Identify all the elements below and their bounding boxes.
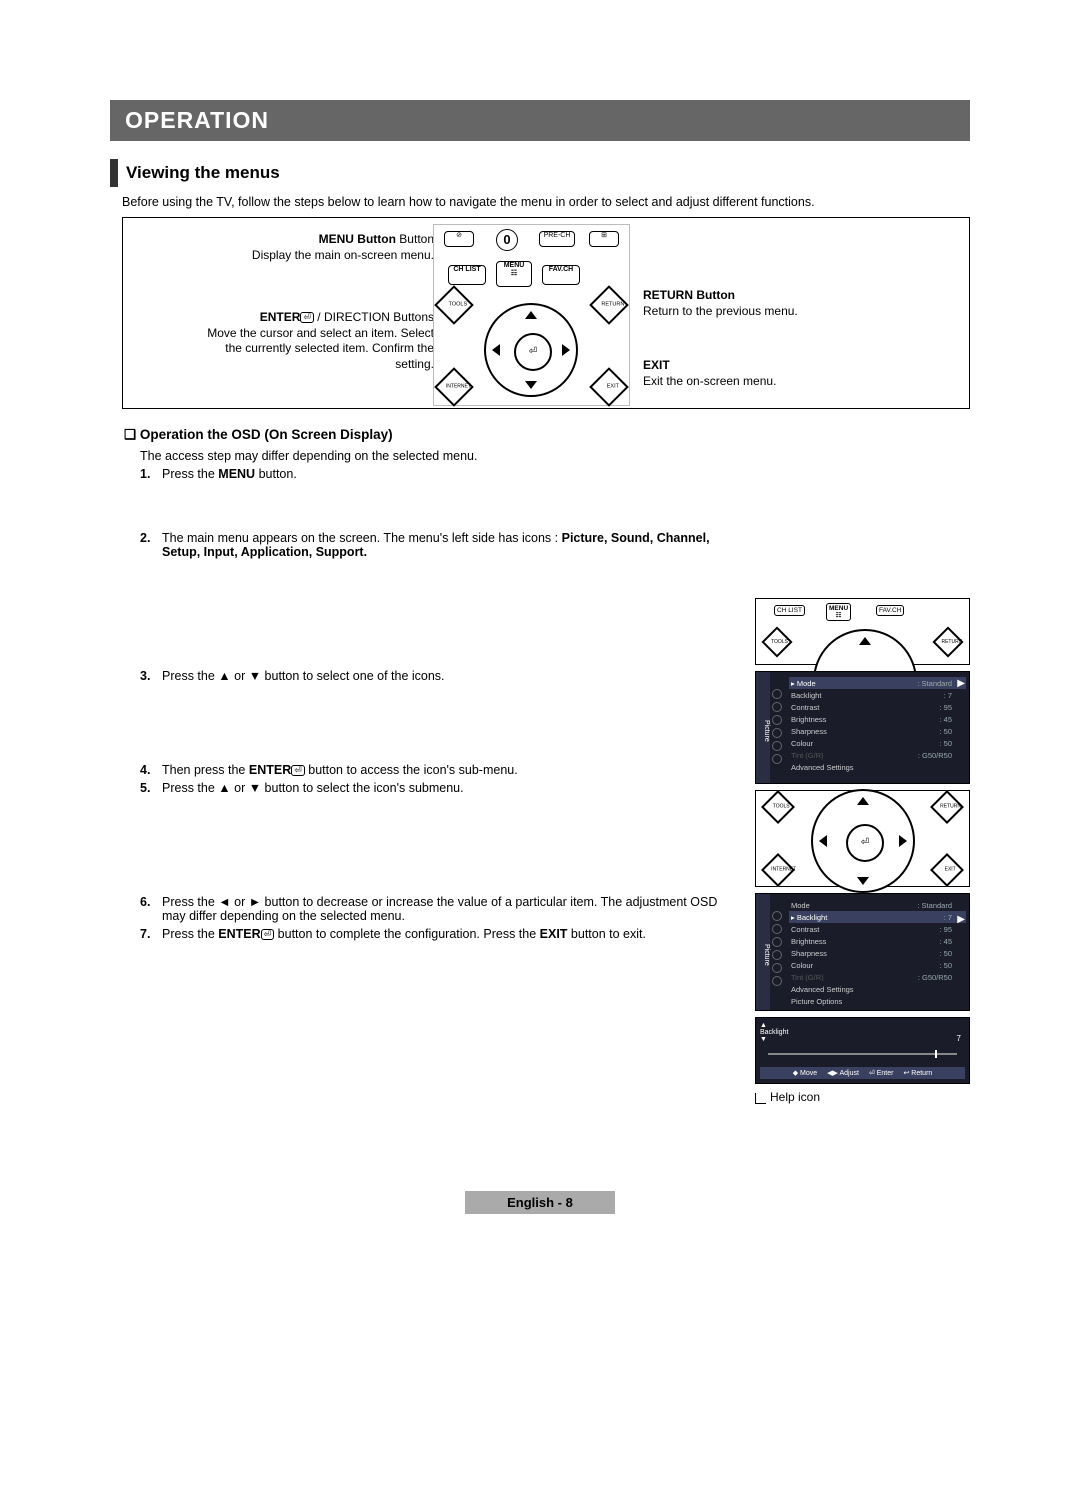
- help-item: ↩ Return: [903, 1069, 932, 1077]
- help-item: ⏎ Enter: [869, 1069, 894, 1077]
- osd2-icon-col: [770, 908, 784, 1010]
- section-title: Viewing the menus: [110, 159, 970, 187]
- step-2: 2. The main menu appears on the screen. …: [140, 531, 970, 559]
- return-mini-icon: RETURN: [932, 626, 963, 657]
- callout-enter: ENTER⏎ / DIRECTION Buttons Move the curs…: [204, 310, 434, 372]
- slider-top: ▲Backlight▼: [760, 1022, 965, 1043]
- osd-row: Tint (G/R): G50/R50: [789, 971, 966, 983]
- osd-row: Brightness: 45: [789, 713, 966, 725]
- zero-button-icon: 0: [496, 229, 518, 251]
- osd-sub-intro: The access step may differ depending on …: [140, 449, 970, 463]
- help-item: ◆ Move: [793, 1069, 817, 1077]
- osd-row: Mode: Standard: [789, 899, 966, 911]
- backlight-slider-fig: ▲Backlight▼ 7 ◆ Move ◀▶ Adjust ⏎ Enter ↩ Re…: [755, 1017, 970, 1084]
- remote-diagram-box: MENU Button Button Display the main on-s…: [122, 217, 970, 409]
- osd-row: Advanced Settings: [789, 761, 966, 773]
- tools-corner-icon: TOOLS: [761, 790, 795, 824]
- return-corner-icon: RETURN: [930, 790, 964, 824]
- help-bar: ◆ Move ◀▶ Adjust ⏎ Enter ↩ Return: [760, 1067, 965, 1079]
- internet-button-icon: INTERNET: [434, 367, 474, 407]
- remote-cross-fig: TOOLS RETURN INTERNET EXIT ⏎: [755, 790, 970, 887]
- prech-button-icon: PRE-CH: [539, 231, 575, 247]
- dpad-circle-icon: ⏎: [811, 789, 915, 893]
- nav-dpad-icon: ⏎: [484, 303, 578, 397]
- osd-row: Advanced Settings: [789, 983, 966, 995]
- osd-row: Sharpness: 50: [789, 725, 966, 737]
- osd-subheading: Operation the OSD (On Screen Display): [124, 427, 970, 443]
- side-figures: CH LIST MENU☷ FAV.CH TOOLS RETURN Pictur…: [755, 598, 970, 1104]
- arrow-right-icon: ▶: [957, 678, 965, 689]
- osd-picture-menu-1: Picture ▶ ▸ Mode: StandardBacklight: 7Co…: [755, 671, 970, 784]
- slider-value: 7: [957, 1034, 961, 1043]
- callout-exit: EXIT Exit the on-screen menu.: [643, 358, 776, 389]
- slider-track-icon: [768, 1053, 957, 1055]
- return-button-icon: RETURN: [589, 285, 629, 325]
- remote-illustration: ⊘ 0 PRE-CH ⊞ CH LIST MENU☷ FAV.CH TOOLS …: [433, 224, 630, 406]
- osd-row: Picture Options: [789, 995, 966, 1007]
- step-1: 1. Press the MENU button.: [140, 467, 970, 481]
- enter-icon: ⏎: [261, 929, 275, 940]
- help-icon-caption: Help icon: [755, 1090, 970, 1104]
- page-footer: English - 8: [465, 1191, 615, 1214]
- title-bar-icon: [110, 159, 118, 187]
- tools-button-icon: TOOLS: [434, 285, 474, 325]
- section-title-text: Viewing the menus: [126, 163, 280, 183]
- osd-row: ▸ Backlight: 7: [789, 911, 966, 923]
- remote-mini-fig-1: CH LIST MENU☷ FAV.CH TOOLS RETURN: [755, 598, 970, 665]
- tools-mini-icon: TOOLS: [761, 626, 792, 657]
- section-banner: OPERATION: [110, 100, 970, 141]
- osd-row: ▸ Mode: Standard: [789, 677, 966, 689]
- osd1-icon-col: [770, 686, 784, 783]
- enter-inner-icon: ⏎: [846, 824, 884, 862]
- intro-text: Before using the TV, follow the steps be…: [122, 195, 970, 209]
- slider-thumb-icon: [935, 1050, 937, 1058]
- callout-menu: MENU Button Button Display the main on-s…: [214, 232, 434, 263]
- favch-button-icon: FAV.CH: [542, 265, 580, 285]
- src-button-icon: ⊞: [589, 231, 619, 247]
- arrow-right-icon: ▶: [957, 914, 965, 925]
- osd1-tab: Picture: [756, 672, 770, 783]
- enter-button-icon: ⏎: [514, 333, 552, 371]
- chlist-button-icon: CH LIST: [448, 265, 486, 285]
- osd-row: Contrast: 95: [789, 701, 966, 713]
- osd2-tab: Picture: [756, 894, 770, 1010]
- osd-picture-menu-2: Picture ▶ Mode: Standard▸ Backlight: 7Co…: [755, 893, 970, 1011]
- callout-return: RETURN Button Return to the previous men…: [643, 288, 798, 319]
- osd-row: Tint (G/R): G50/R50: [789, 749, 966, 761]
- mute-button-icon: ⊘: [444, 231, 474, 247]
- help-item: ◀▶ Adjust: [827, 1069, 859, 1077]
- chlist-mini-icon: CH LIST: [774, 605, 805, 616]
- exit-corner-icon: EXIT: [930, 853, 964, 887]
- osd-row: Colour: 50: [789, 959, 966, 971]
- osd-row: Backlight: 7: [789, 689, 966, 701]
- menu-mini-icon: MENU☷: [826, 603, 851, 621]
- osd-row: Brightness: 45: [789, 935, 966, 947]
- hook-icon: [755, 1093, 766, 1104]
- osd-row: Sharpness: 50: [789, 947, 966, 959]
- osd-row: Colour: 50: [789, 737, 966, 749]
- osd-row: Contrast: 95: [789, 923, 966, 935]
- enter-icon: ⏎: [300, 312, 314, 323]
- internet-corner-icon: INTERNET: [761, 853, 795, 887]
- favch-mini-icon: FAV.CH: [876, 605, 904, 616]
- exit-button-icon: EXIT: [589, 367, 629, 407]
- menu-button-icon: MENU☷: [496, 261, 532, 287]
- enter-icon: ⏎: [291, 765, 305, 776]
